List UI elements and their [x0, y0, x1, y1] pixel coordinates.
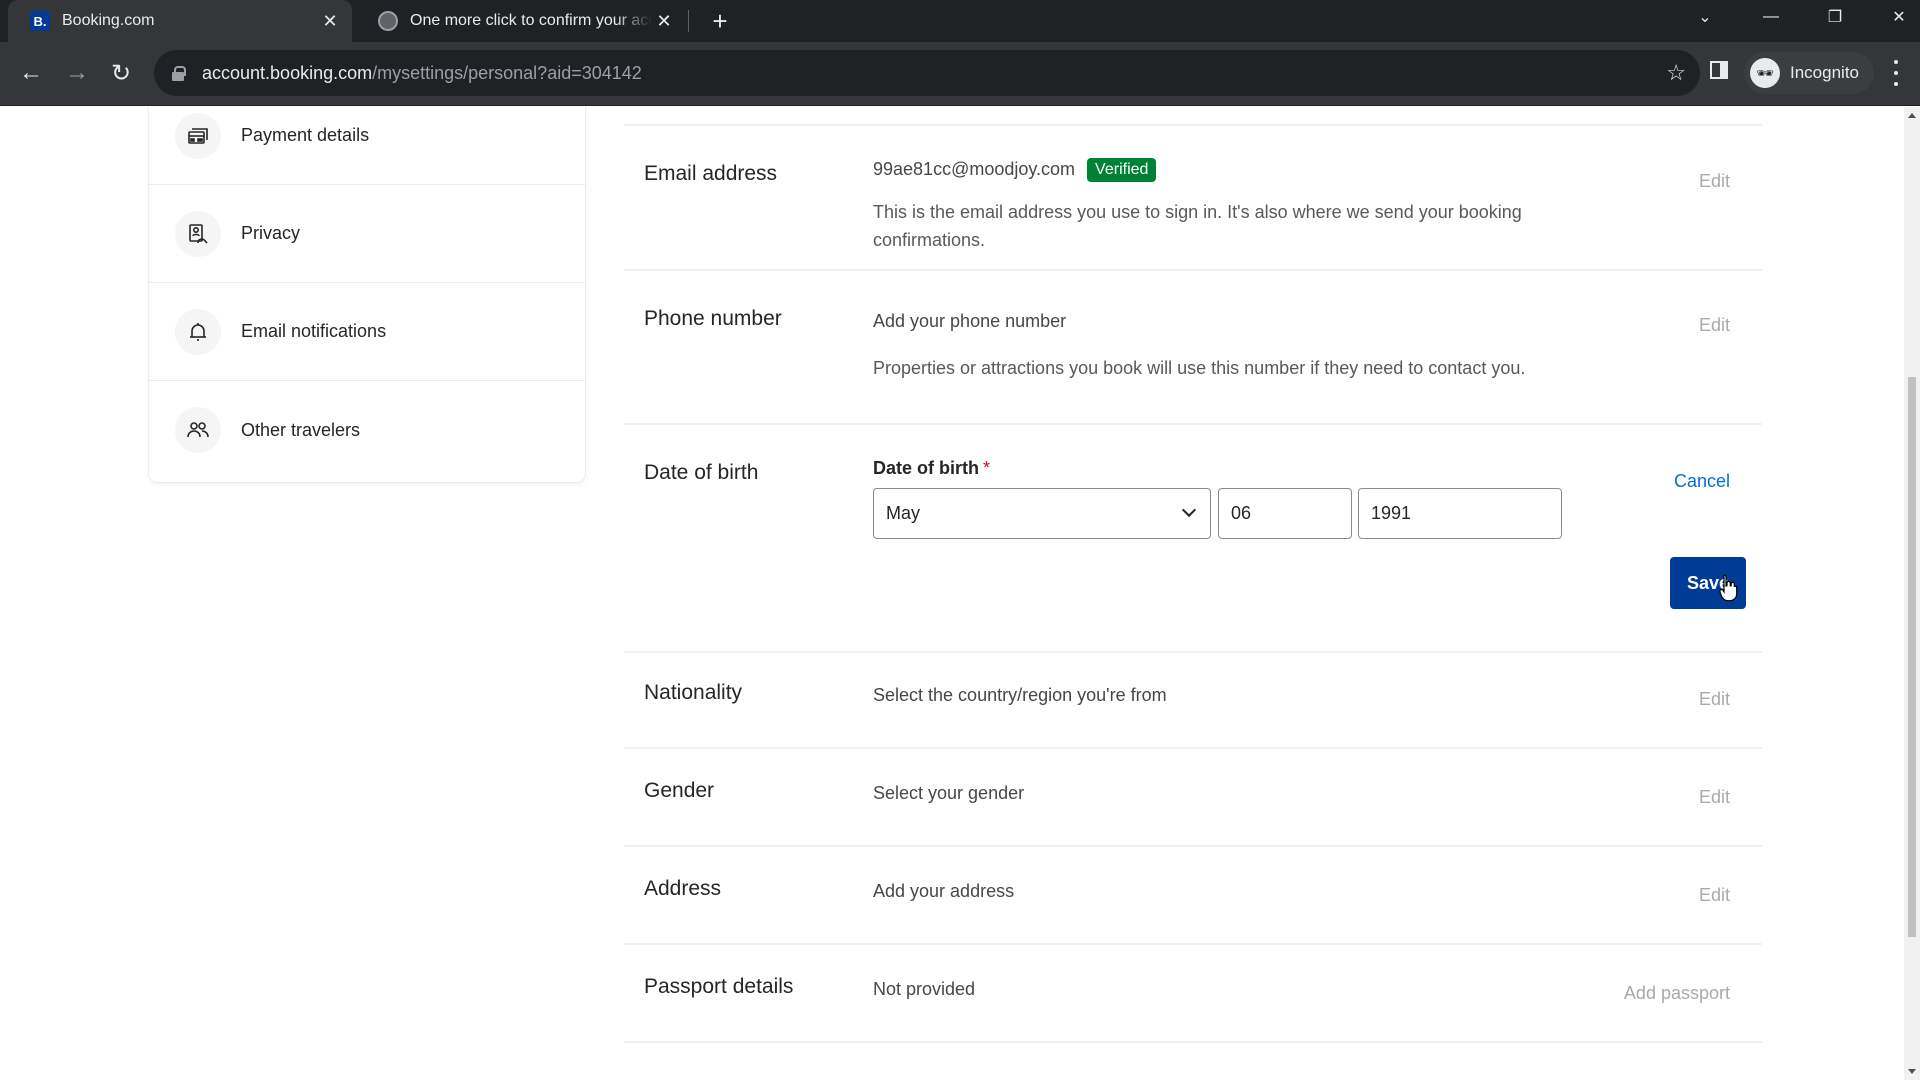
- back-arrow-icon[interactable]: ←: [14, 56, 48, 90]
- address-value: Add your address: [873, 881, 1015, 901]
- page-scrollbar[interactable]: [1904, 107, 1920, 1080]
- passport-label: Passport details: [644, 975, 794, 998]
- date-of-birth-row: Date of birth Date of birth * May 06 1991…: [624, 425, 1762, 653]
- edit-address-button[interactable]: Edit: [1699, 885, 1730, 906]
- cancel-button[interactable]: Cancel: [1674, 471, 1730, 492]
- day-value: 06: [1231, 503, 1252, 523]
- passport-value: Not provided: [873, 979, 976, 999]
- sidebar-item-label: Payment details: [241, 125, 370, 145]
- scroll-down-arrow-icon[interactable]: [1908, 1069, 1916, 1074]
- year-value: 1991: [1371, 503, 1412, 523]
- lock-icon[interactable]: [172, 66, 186, 81]
- verified-badge: Verified: [1087, 158, 1157, 182]
- address-row: Address Add your address Edit: [624, 847, 1762, 945]
- new-tab-button[interactable]: +: [706, 6, 734, 36]
- phone-description: Properties or attractions you book will …: [873, 358, 1526, 378]
- browser-menu-icon[interactable]: [1892, 60, 1900, 86]
- gender-row: Gender Select your gender Edit: [624, 749, 1762, 847]
- forward-arrow-icon[interactable]: →: [60, 56, 94, 90]
- edit-gender-button[interactable]: Edit: [1699, 787, 1730, 808]
- address-label: Address: [644, 877, 722, 900]
- restore-icon[interactable]: ❐: [1812, 0, 1858, 34]
- browser-tab-strip: B. Booking.com ✕ One more click to confi…: [0, 0, 1920, 42]
- settings-sidebar: Payment details Privacy Email notificati…: [148, 107, 586, 483]
- phone-label: Phone number: [644, 307, 782, 330]
- tab-booking[interactable]: B. Booking.com ✕: [8, 0, 352, 42]
- sidebar-item-email-notifications[interactable]: Email notifications: [149, 283, 585, 381]
- edit-phone-button[interactable]: Edit: [1699, 315, 1730, 336]
- email-value: 99ae81cc@moodjoy.com Verified: [873, 158, 1157, 182]
- minimize-icon[interactable]: —: [1748, 0, 1794, 34]
- incognito-label: Incognito: [1790, 63, 1859, 82]
- hand-cursor-icon: [1719, 574, 1738, 602]
- sidebar-item-label: Email notifications: [241, 321, 387, 341]
- nationality-row: Nationality Select the country/region yo…: [624, 653, 1762, 749]
- phone-value: Add your phone number: [873, 311, 1067, 331]
- edit-email-button[interactable]: Edit: [1699, 171, 1730, 192]
- address-bar[interactable]: account.booking.com/mysettings/personal?…: [154, 50, 1700, 96]
- credit-card-icon: [175, 112, 221, 159]
- page-viewport: Payment details Privacy Email notificati…: [0, 107, 1904, 1080]
- year-input[interactable]: 1991: [1358, 488, 1562, 539]
- sidebar-item-payment-details[interactable]: Payment details: [149, 107, 585, 185]
- incognito-icon: 🕶: [1750, 58, 1780, 88]
- tab-confirm-account[interactable]: One more click to confirm your account ✕: [356, 0, 686, 42]
- booking-favicon-icon: B.: [30, 11, 50, 31]
- sidebar-item-other-travelers[interactable]: Other travelers: [149, 381, 585, 479]
- reload-icon[interactable]: ↻: [104, 56, 138, 90]
- nationality-label: Nationality: [644, 681, 743, 704]
- edit-nationality-button[interactable]: Edit: [1699, 689, 1730, 710]
- close-tab-icon[interactable]: ✕: [318, 9, 342, 33]
- tab-title: Booking.com: [62, 12, 155, 29]
- sidebar-item-label: Other travelers: [241, 419, 361, 440]
- tab-separator: [688, 10, 689, 32]
- day-input[interactable]: 06: [1218, 488, 1352, 539]
- required-asterisk: *: [983, 458, 991, 478]
- phone-row: Phone number Add your phone number Prope…: [624, 271, 1762, 425]
- month-select[interactable]: May: [873, 488, 1211, 539]
- email-description: This is the email address you use to sig…: [873, 202, 1522, 250]
- scroll-up-arrow-icon[interactable]: [1908, 113, 1916, 118]
- close-window-icon[interactable]: ✕: [1876, 0, 1920, 34]
- sidebar-item-label: Privacy: [241, 223, 301, 243]
- date-of-birth-label: Date of birth: [644, 461, 759, 484]
- gender-value: Select your gender: [873, 783, 1025, 803]
- browser-toolbar: ← → ↻ account.booking.com/mysettings/per…: [0, 42, 1920, 106]
- bell-icon: [175, 308, 221, 355]
- side-panel-icon[interactable]: [1710, 61, 1728, 79]
- sidebar-item-privacy[interactable]: Privacy: [149, 185, 585, 283]
- gender-label: Gender: [644, 779, 715, 802]
- incognito-profile-button[interactable]: 🕶 Incognito: [1744, 52, 1874, 94]
- bookmark-star-icon[interactable]: ☆: [1666, 60, 1686, 86]
- tab-title: One more click to confirm your account: [410, 12, 652, 29]
- nationality-value: Select the country/region you're from: [873, 685, 1167, 705]
- passport-row: Passport details Not provided Add passpo…: [624, 945, 1762, 1043]
- email-row: Email address 99ae81cc@moodjoy.com Verifi…: [624, 126, 1762, 271]
- add-passport-button[interactable]: Add passport: [1624, 983, 1730, 1004]
- url-text[interactable]: account.booking.com/mysettings/personal?…: [202, 63, 642, 84]
- privacy-icon: [175, 210, 221, 257]
- scrollbar-thumb[interactable]: [1908, 377, 1916, 937]
- chevron-down-icon: [1181, 502, 1197, 518]
- email-label: Email address: [644, 162, 778, 185]
- tab-search-chevron-icon[interactable]: ⌄: [1682, 0, 1728, 34]
- date-of-birth-field-label: Date of birth *: [873, 458, 991, 478]
- globe-icon: [378, 11, 398, 31]
- month-value: May: [886, 503, 921, 523]
- close-tab-icon[interactable]: ✕: [652, 9, 676, 33]
- people-icon: [175, 407, 221, 453]
